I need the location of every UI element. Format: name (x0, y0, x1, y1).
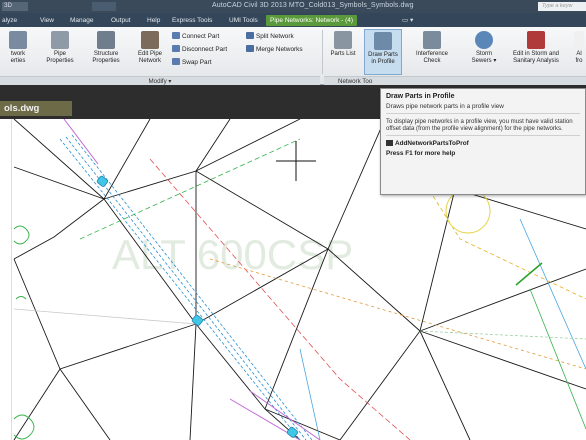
parts-list-button[interactable]: Parts List (326, 31, 360, 58)
tab-express-tools[interactable]: Express Tools (172, 15, 212, 26)
swap-part-icon (172, 58, 180, 65)
tab-output[interactable]: Output (111, 15, 131, 26)
tooltip-title: Draw Parts in Profile (386, 93, 455, 100)
yellow-circle-marker (445, 188, 491, 234)
connect-part-button[interactable]: Connect Part (172, 32, 219, 40)
ribbon-panel: twork erties Pipe Properties Structure P… (0, 27, 586, 85)
network-properties-label: twork erties (10, 51, 26, 64)
structure-properties-label: Structure Properties (92, 51, 120, 64)
interference-check-button[interactable]: Interference Check (410, 31, 454, 65)
structure-properties-icon (97, 31, 115, 49)
quick-access-toolbar[interactable]: ЗD (2, 2, 28, 11)
tab-manage[interactable]: Manage (70, 15, 94, 26)
draw-parts-in-profile-icon (374, 32, 392, 50)
tooltip-body: To display pipe networks in a profile vi… (386, 118, 580, 136)
storm-sanitary-analysis-icon (527, 31, 545, 49)
title-bar: ЗD AutoCAD Civil 3D 2013 MTO_Cold013_Sym… (0, 0, 586, 13)
tab-pipe-networks[interactable]: Pipe Networks: Network - (4) (266, 15, 358, 26)
magenta-boundary-lines (63, 118, 321, 440)
panel-divider (322, 30, 323, 74)
edit-in-storm-sanitary-button[interactable]: Edit in Storm and Sanitary Analysis (504, 31, 568, 65)
tooltip-command: AddNetworkPartsToProf (386, 140, 580, 147)
canvas-left-margin (0, 119, 12, 440)
vegetation-outlines (13, 225, 35, 440)
structure-properties-button[interactable]: Structure Properties (86, 31, 126, 65)
tab-umi-tools[interactable]: UMI Tools (229, 15, 258, 26)
tooltip-help: Press F1 for more help (386, 150, 456, 157)
network-properties-button[interactable]: twork erties (2, 31, 34, 65)
edit-pipe-network-label: Edit Pipe Network (137, 51, 162, 64)
tab-analyze[interactable]: alyze (2, 15, 17, 26)
parts-list-label: Parts List (330, 51, 356, 57)
draw-parts-in-profile-button[interactable]: Draw Parts in Profile (364, 29, 402, 75)
document-tab[interactable]: ols.dwg (0, 101, 72, 116)
network-tools-panel-label[interactable]: Network Too (324, 76, 586, 85)
pipe-structures (96, 175, 298, 438)
merge-networks-icon (246, 45, 254, 52)
ribbon-tabs: alyze View Manage Output Help Express To… (0, 13, 586, 27)
more-tools-icon (574, 31, 584, 49)
edit-pipe-network-icon (141, 31, 159, 49)
edit-in-storm-sanitary-label: Edit in Storm and Sanitary Analysis (512, 51, 560, 64)
green-tick-mark (515, 262, 543, 286)
split-network-icon (246, 32, 254, 39)
merge-networks-button[interactable]: Merge Networks (246, 45, 303, 53)
parts-list-icon (334, 31, 352, 49)
edit-pipe-network-button[interactable]: Edit Pipe Network (132, 31, 168, 65)
network-properties-icon (9, 31, 27, 49)
storm-sewers-button[interactable]: Storm Sewers ▾ (466, 31, 502, 65)
split-network-button[interactable]: Split Network (246, 32, 294, 40)
ribbon-tooltip: Draw Parts in Profile Draws pipe network… (380, 88, 586, 195)
more-tools-label: Al fro (575, 51, 583, 64)
pipe-properties-button[interactable]: Pipe Properties (42, 31, 78, 65)
window-title: AutoCAD Civil 3D 2013 MTO_Cold013_Symbol… (212, 2, 414, 9)
modify-panel-label[interactable]: Modify ▾ (0, 76, 320, 85)
interference-check-label: Interference Check (415, 51, 449, 64)
disconnect-part-icon (172, 45, 180, 52)
interference-check-icon (423, 31, 441, 49)
crosshair-cursor-icon (276, 141, 316, 181)
tab-help[interactable]: Help (147, 15, 160, 26)
storm-sewers-icon (475, 31, 493, 49)
tab-view[interactable]: View (40, 15, 54, 26)
draw-parts-in-profile-label: Draw Parts in Profile (368, 52, 398, 65)
pipe-properties-icon (51, 31, 69, 49)
more-tools-button[interactable]: Al fro (572, 31, 586, 65)
pipe-properties-label: Pipe Properties (46, 51, 74, 64)
workspace-dropdown[interactable] (92, 2, 116, 11)
connect-part-icon (172, 32, 180, 39)
minimize-ribbon-button[interactable]: ▭ ▾ (402, 16, 413, 24)
tooltip-subtitle: Draws pipe network parts in a profile vi… (386, 103, 580, 114)
swap-part-button[interactable]: Swap Part (172, 58, 211, 66)
storm-sewers-label: Storm Sewers ▾ (471, 51, 497, 64)
command-line-icon (386, 140, 393, 146)
search-input[interactable]: Type a keyw (538, 2, 586, 11)
disconnect-part-button[interactable]: Disconnect Part (172, 45, 227, 53)
